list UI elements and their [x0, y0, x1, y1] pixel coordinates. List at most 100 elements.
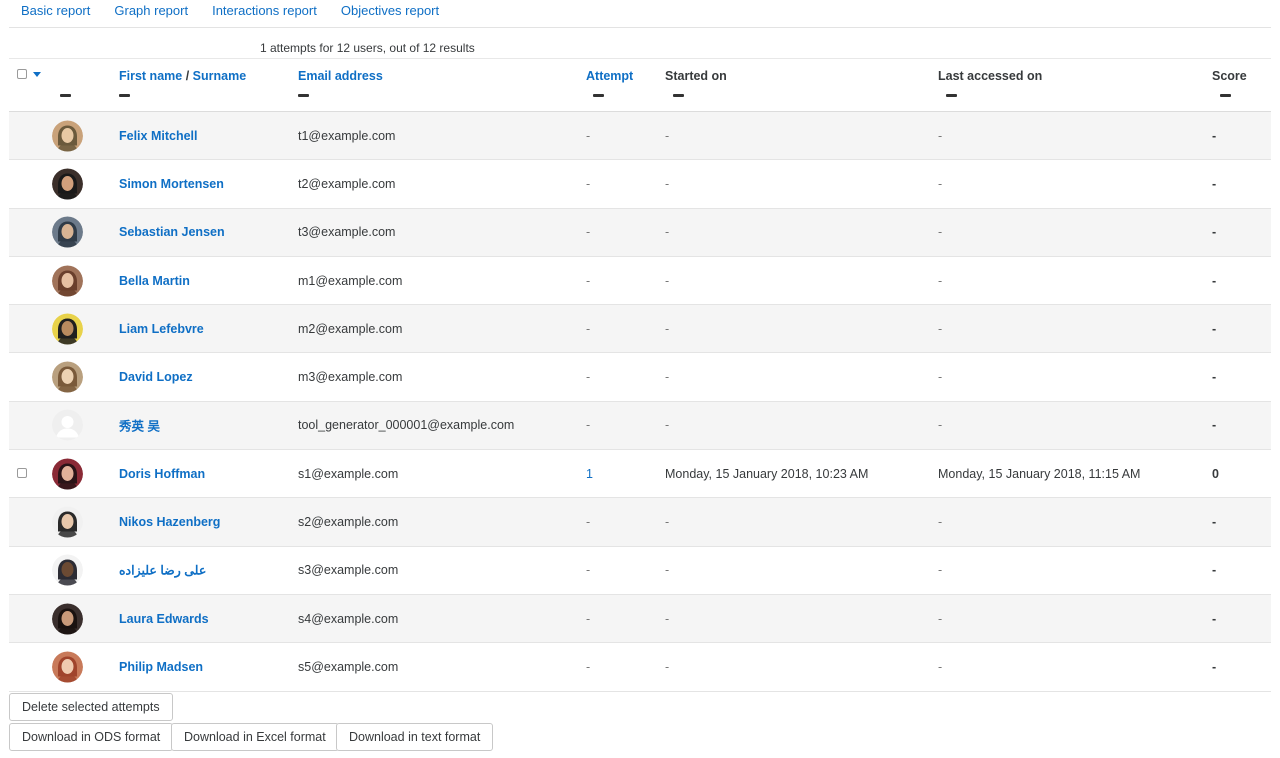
last-accessed-value: -: [938, 370, 943, 385]
table-row: علی رضا علیزاده s3@example.com - - - -: [9, 547, 1271, 595]
attempt-value: -: [586, 128, 591, 143]
table-row: David Lopez m3@example.com - - - -: [9, 353, 1271, 402]
table-row: Bella Martin m1@example.com - - - -: [9, 257, 1271, 306]
user-avatar[interactable]: [52, 216, 83, 248]
attempt-value: -: [586, 659, 591, 674]
user-name-link[interactable]: Liam Lefebvre: [119, 322, 204, 336]
attempt-value: -: [586, 321, 591, 336]
table-row: Liam Lefebvre m2@example.com - - - -: [9, 305, 1271, 354]
delete-selected-attempts-button[interactable]: Delete selected attempts: [9, 693, 173, 721]
user-avatar[interactable]: [52, 120, 83, 152]
attempt-link[interactable]: 1: [586, 467, 593, 481]
user-name-link[interactable]: Laura Edwards: [119, 612, 209, 626]
user-avatar[interactable]: [52, 506, 83, 538]
row-select-checkbox[interactable]: [17, 467, 27, 481]
user-avatar[interactable]: [52, 554, 83, 586]
user-avatar[interactable]: [52, 361, 83, 393]
attempt-value: -: [586, 611, 591, 626]
tab-objectives-report[interactable]: Objectives report: [329, 0, 451, 23]
user-email: s4@example.com: [298, 611, 399, 626]
started-on-value: -: [665, 273, 670, 288]
tab-interactions-report[interactable]: Interactions report: [200, 0, 329, 23]
select-all-control: [17, 69, 41, 79]
started-on-value: -: [665, 370, 670, 385]
last-accessed-value: -: [938, 563, 943, 578]
table-row: Nikos Hazenberg s2@example.com - - - -: [9, 498, 1271, 547]
last-accessed-value: -: [938, 611, 943, 626]
collapse-column-icon[interactable]: [119, 94, 130, 97]
started-on-value: -: [665, 225, 670, 240]
column-header-attempt: Attempt: [586, 69, 633, 97]
column-header-name: First name / Surname: [119, 69, 246, 97]
user-email: m1@example.com: [298, 273, 403, 288]
collapse-column-icon[interactable]: [60, 94, 71, 97]
started-on-value: -: [665, 321, 670, 336]
user-name-link[interactable]: David Lopez: [119, 370, 193, 384]
last-accessed-label: Last accessed on: [938, 69, 1043, 83]
sort-first-name-link[interactable]: First name: [119, 69, 182, 83]
last-accessed-value: -: [938, 128, 943, 143]
collapse-column-icon[interactable]: [1220, 94, 1231, 97]
user-email: s2@example.com: [298, 515, 399, 530]
tab-basic-report[interactable]: Basic report: [9, 0, 102, 23]
user-avatar[interactable]: [52, 168, 83, 200]
attempt-value: -: [586, 273, 591, 288]
score-value: -: [1212, 176, 1217, 191]
attempt-value: -: [586, 370, 591, 385]
user-avatar[interactable]: [52, 603, 83, 635]
collapse-column-icon[interactable]: [298, 94, 309, 97]
download-text-button[interactable]: Download in text format: [336, 723, 494, 751]
user-name-link[interactable]: Sebastian Jensen: [119, 225, 225, 239]
download-ods-button[interactable]: Download in ODS format: [9, 723, 174, 751]
attempt-value: -: [586, 176, 591, 191]
user-avatar[interactable]: [52, 313, 83, 345]
attempts-summary: 1 attempts for 12 users, out of 12 resul…: [260, 41, 475, 55]
score-value: -: [1212, 515, 1217, 530]
table-row: 秀英 吴 tool_generator_000001@example.com - - -…: [9, 401, 1271, 451]
user-name-link[interactable]: 秀英 吴: [119, 416, 160, 435]
score-value: -: [1212, 273, 1217, 288]
last-accessed-value: Monday, 15 January 2018, 11:15 AM: [938, 466, 1141, 481]
column-header-email: Email address: [298, 69, 383, 97]
user-name-link[interactable]: Felix Mitchell: [119, 129, 198, 143]
user-email: s3@example.com: [298, 563, 399, 578]
collapse-column-icon[interactable]: [593, 94, 604, 97]
last-accessed-value: -: [938, 418, 943, 433]
chevron-down-icon[interactable]: [33, 71, 41, 77]
started-on-value: -: [665, 418, 670, 433]
download-excel-button[interactable]: Download in Excel format: [171, 723, 339, 751]
collapse-column-icon[interactable]: [673, 94, 684, 97]
select-all-checkbox[interactable]: [17, 69, 27, 79]
collapse-column-icon[interactable]: [946, 94, 957, 97]
user-email: m2@example.com: [298, 321, 403, 336]
started-on-value: -: [665, 176, 670, 191]
user-name-link[interactable]: Bella Martin: [119, 274, 190, 288]
table-row: Philip Madsen s5@example.com - - - -: [9, 643, 1271, 692]
sort-email-link[interactable]: Email address: [298, 69, 383, 83]
started-on-value: -: [665, 659, 670, 674]
attempt-value: -: [586, 225, 591, 240]
user-name-link[interactable]: Philip Madsen: [119, 660, 203, 674]
user-email: t1@example.com: [298, 128, 396, 143]
score-value: -: [1212, 611, 1217, 626]
user-name-link[interactable]: Nikos Hazenberg: [119, 515, 220, 529]
started-on-value: -: [665, 563, 670, 578]
sort-surname-link[interactable]: Surname: [193, 69, 247, 83]
user-email: tool_generator_000001@example.com: [298, 418, 515, 433]
user-avatar[interactable]: [52, 458, 83, 490]
sort-attempt-link[interactable]: Attempt: [586, 69, 633, 83]
user-name-link[interactable]: علی رضا علیزاده: [119, 563, 206, 578]
user-avatar[interactable]: [52, 651, 83, 683]
attempt-value: -: [586, 418, 591, 433]
table-row: Felix Mitchell t1@example.com - - - -: [9, 112, 1271, 161]
user-name-link[interactable]: Doris Hoffman: [119, 467, 205, 481]
user-name-link[interactable]: Simon Mortensen: [119, 177, 224, 191]
table-row: Laura Edwards s4@example.com - - - -: [9, 594, 1271, 644]
tab-graph-report[interactable]: Graph report: [102, 0, 200, 23]
table-header: First name / Surname Email address Attem…: [9, 58, 1271, 112]
last-accessed-value: -: [938, 225, 943, 240]
user-avatar[interactable]: [52, 265, 83, 297]
score-value: -: [1212, 418, 1217, 433]
attempt-value: -: [586, 563, 591, 578]
user-avatar[interactable]: [52, 409, 83, 441]
